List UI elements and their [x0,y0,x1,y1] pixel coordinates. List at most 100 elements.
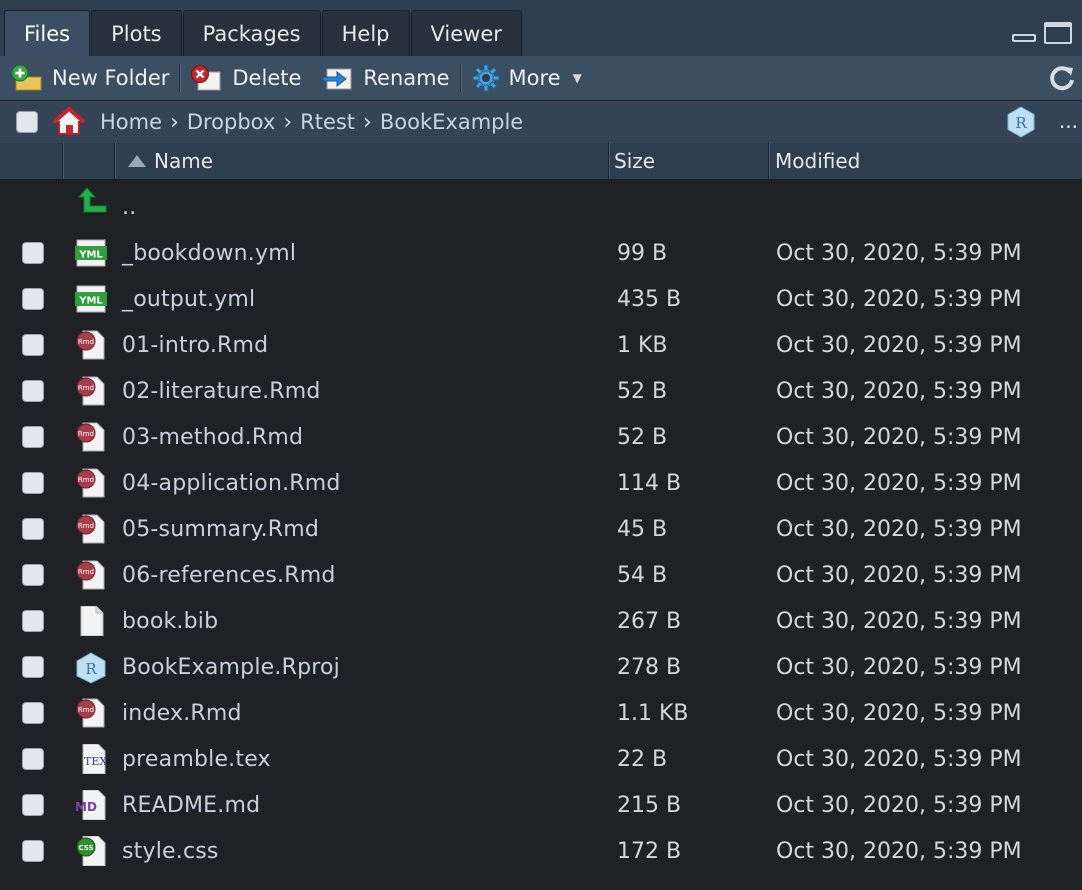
breadcrumb-dropbox[interactable]: Dropbox [187,110,275,134]
file-name-link[interactable]: README.md [122,782,260,828]
table-row[interactable]: YML _output.yml 435 B Oct 30, 2020, 5:39 P… [0,276,1082,322]
row-checkbox[interactable] [22,426,44,448]
yml-file-icon: YML [75,238,107,268]
file-size: 52 B [617,378,668,404]
rename-icon [322,68,352,90]
table-row[interactable]: Rmd index.Rmd 1.1 KB Oct 30, 2020, 5:39 PM [0,690,1082,736]
row-checkbox[interactable] [22,610,44,632]
file-name-link[interactable]: 06-references.Rmd [122,552,336,598]
chevron-down-icon: ▼ [572,71,582,85]
delete-label: Delete [232,66,302,90]
file-modified: Oct 30, 2020, 5:39 PM [776,792,1022,818]
rename-button[interactable]: Rename [311,56,459,100]
row-checkbox[interactable] [22,242,44,264]
table-row[interactable]: R BookExample.Rproj 278 B Oct 30, 2020, 5:… [0,644,1082,690]
delete-button[interactable]: Delete [180,56,311,100]
row-checkbox[interactable] [22,518,44,540]
table-row[interactable]: Rmd 04-application.Rmd 114 B Oct 30, 2020,… [0,460,1082,506]
file-size: 45 B [617,516,668,542]
file-name-link[interactable]: preamble.tex [122,736,271,782]
breadcrumb-rtest[interactable]: Rtest [300,110,355,134]
table-row[interactable]: CSS style.css 172 B Oct 30, 2020, 5:39 PM [0,828,1082,874]
file-modified: Oct 30, 2020, 5:39 PM [776,332,1022,358]
file-name-link[interactable]: _output.yml [122,276,255,322]
new-folder-button[interactable]: New Folder [0,56,179,100]
file-size: 99 B [617,240,668,266]
file-name-link[interactable]: _bookdown.yml [122,230,296,276]
maximize-pane-icon[interactable] [1044,22,1072,44]
refresh-icon[interactable] [1048,64,1076,92]
column-divider [608,143,609,179]
row-checkbox[interactable] [22,794,44,816]
file-modified: Oct 30, 2020, 5:39 PM [776,654,1022,680]
parent-directory-row[interactable]: .. [0,180,1082,230]
chevron-right-icon: › [283,109,293,135]
table-row[interactable]: book.bib 267 B Oct 30, 2020, 5:39 PM [0,598,1082,644]
row-checkbox[interactable] [22,380,44,402]
row-checkbox[interactable] [22,656,44,678]
column-header-size[interactable]: Size [614,143,655,179]
parent-directory-label[interactable]: .. [122,184,136,230]
table-row[interactable]: MD README.md 215 B Oct 30, 2020, 5:39 PM [0,782,1082,828]
file-name-link[interactable]: 03-method.Rmd [122,414,303,460]
file-name-link[interactable]: style.css [122,828,219,874]
file-modified: Oct 30, 2020, 5:39 PM [776,286,1022,312]
files-toolbar: New Folder Delete Rename More ▼ [0,56,1082,101]
minimize-pane-icon[interactable] [1012,34,1036,42]
row-checkbox[interactable] [22,702,44,724]
tab-plots[interactable]: Plots [91,10,182,56]
chevron-right-icon: › [363,109,372,135]
file-list: .. YML _bookdown.yml 99 B Oct 30, 2020, 5:… [0,180,1082,874]
row-checkbox[interactable] [22,564,44,586]
file-modified: Oct 30, 2020, 5:39 PM [776,608,1022,634]
file-name-link[interactable]: 04-application.Rmd [122,460,341,506]
tab-files[interactable]: Files [4,10,91,56]
css-file-icon: CSS [75,835,107,867]
file-modified: Oct 30, 2020, 5:39 PM [776,516,1022,542]
file-name-link[interactable]: index.Rmd [122,690,242,736]
row-checkbox[interactable] [22,472,44,494]
table-row[interactable]: TEX preamble.tex 22 B Oct 30, 2020, 5:39 P… [0,736,1082,782]
row-checkbox[interactable] [22,288,44,310]
rmd-file-icon: Rmd [75,330,107,360]
row-checkbox[interactable] [22,748,44,770]
yml-file-icon: YML [75,284,107,314]
file-name-link[interactable]: 02-literature.Rmd [122,368,321,414]
rmd-file-icon: Rmd [75,514,107,544]
row-checkbox[interactable] [22,334,44,356]
svg-text:R: R [1015,114,1027,132]
window-controls [1012,22,1072,44]
table-row[interactable]: Rmd 03-method.Rmd 52 B Oct 30, 2020, 5:39 … [0,414,1082,460]
svg-text:MD: MD [75,800,97,814]
more-menu-button[interactable]: More ▼ [461,56,592,100]
column-header-name[interactable]: Name [128,143,213,179]
more-options-icon[interactable]: ... [1059,109,1078,133]
table-row[interactable]: Rmd 02-literature.Rmd 52 B Oct 30, 2020, 5… [0,368,1082,414]
file-size: 52 B [617,424,668,450]
file-name-link[interactable]: book.bib [122,598,218,644]
tab-packages[interactable]: Packages [182,10,321,56]
file-name-link[interactable]: 01-intro.Rmd [122,322,268,368]
breadcrumb-home[interactable]: Home [100,110,162,134]
svg-text:YML: YML [78,296,103,307]
svg-text:Rmd: Rmd [78,568,94,576]
more-label: More [508,66,561,90]
tab-help[interactable]: Help [321,10,410,56]
breadcrumb-bookexample[interactable]: BookExample [380,110,523,134]
table-row[interactable]: Rmd 01-intro.Rmd 1 KB Oct 30, 2020, 5:39 P… [0,322,1082,368]
rproject-icon[interactable]: R [1006,106,1036,138]
column-divider [62,143,63,179]
select-all-checkbox[interactable] [16,111,38,133]
column-header-modified[interactable]: Modified [775,143,860,179]
row-checkbox[interactable] [22,840,44,862]
file-name-link[interactable]: 05-summary.Rmd [122,506,319,552]
file-name-link[interactable]: BookExample.Rproj [122,644,340,690]
table-row[interactable]: YML _bookdown.yml 99 B Oct 30, 2020, 5:39 … [0,230,1082,276]
table-row[interactable]: Rmd 05-summary.Rmd 45 B Oct 30, 2020, 5:39… [0,506,1082,552]
home-icon[interactable] [52,107,86,137]
tab-viewer[interactable]: Viewer [410,10,522,56]
rmd-file-icon: Rmd [75,698,107,728]
svg-text:Rmd: Rmd [78,706,94,714]
column-size-label: Size [614,149,656,173]
table-row[interactable]: Rmd 06-references.Rmd 54 B Oct 30, 2020, 5… [0,552,1082,598]
